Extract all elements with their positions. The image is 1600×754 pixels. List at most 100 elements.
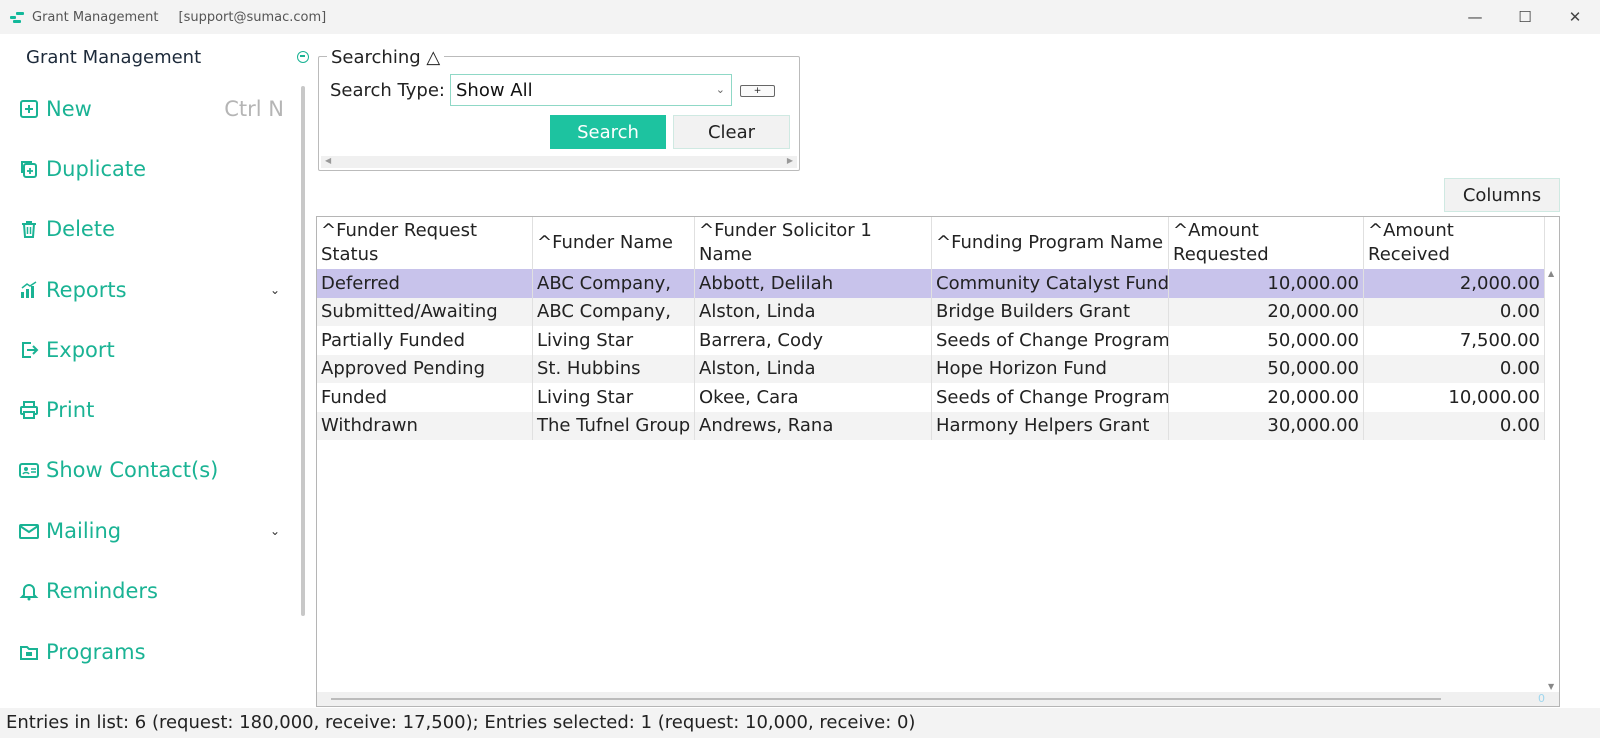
table-row[interactable]: Partially Funded Living Star Barrera, Cody… <box>317 326 1545 355</box>
sidebar-scrollbar[interactable] <box>301 86 305 616</box>
printer-icon <box>18 399 40 421</box>
table-header: ^Funder Request Status ^Funder Name ^Fun… <box>317 217 1545 269</box>
columns-button[interactable]: Columns <box>1444 178 1560 212</box>
sidebar-item-show-contacts[interactable]: Show Contact(s) <box>18 452 290 488</box>
close-button[interactable]: ✕ <box>1550 0 1600 34</box>
chevron-down-icon[interactable]: ⌄ <box>270 283 280 297</box>
table-body: Deferred ABC Company, Abbott, Delilah Commu… <box>317 269 1545 440</box>
table-cell: Deferred <box>317 269 533 298</box>
sidebar-item-export[interactable]: Export <box>18 332 290 368</box>
app-logo-icon <box>10 11 24 23</box>
sidebar-item-reports[interactable]: Reports ⌄ <box>18 272 290 308</box>
bell-icon <box>18 580 40 602</box>
sidebar-item-label: Print <box>46 398 95 422</box>
search-button[interactable]: Search <box>550 115 666 149</box>
table-cell: 0.00 <box>1364 354 1545 383</box>
search-type-label: Search Type: <box>330 80 445 101</box>
sidebar-item-delete[interactable]: Delete <box>18 211 290 247</box>
table-cell: 50,000.00 <box>1169 326 1364 355</box>
collapse-sidebar-icon[interactable] <box>297 51 309 63</box>
table-row[interactable]: Approved Pending St. Hubbins Alston, Linda… <box>317 354 1545 383</box>
table-cell: 10,000.00 <box>1364 383 1545 412</box>
export-icon <box>18 339 40 361</box>
table-cell: Barrera, Cody <box>695 326 932 355</box>
table-cell: 2,000.00 <box>1364 269 1545 298</box>
plus-square-icon <box>18 98 40 120</box>
sidebar-item-duplicate[interactable]: Duplicate <box>18 151 290 187</box>
column-header-solicitor[interactable]: ^Funder Solicitor 1 Name <box>695 217 932 269</box>
table-cell: 0.00 <box>1364 297 1545 326</box>
table-cell: Partially Funded <box>317 326 533 355</box>
search-panel-scrollbar[interactable]: ◀ ▶ <box>321 156 797 168</box>
search-type-value: Show All <box>456 80 533 101</box>
sidebar-item-label: Programs <box>46 640 146 664</box>
sidebar-item-new[interactable]: New Ctrl N <box>18 91 290 127</box>
table-cell: St. Hubbins <box>533 354 695 383</box>
bottom-strip <box>0 738 1600 754</box>
table-cell: Seeds of Change Program <box>932 326 1169 355</box>
search-panel-legend[interactable]: Searching △ <box>327 47 445 68</box>
folder-icon <box>18 641 40 663</box>
sidebar-item-label: Delete <box>46 217 115 241</box>
window-title: Grant Management <box>32 9 159 25</box>
table-vertical-scrollbar[interactable]: ▲ ▼ <box>1545 269 1559 691</box>
chevron-down-icon: ⌄ <box>715 83 725 96</box>
table-cell: Community Catalyst Fund <box>932 269 1169 298</box>
column-header-amount-requested[interactable]: ^Amount Requested <box>1169 217 1364 269</box>
scroll-thumb[interactable] <box>331 698 1441 700</box>
maximize-button[interactable]: ☐ <box>1500 0 1550 34</box>
table-row[interactable]: Submitted/Awaiting ABC Company, Alston, Li… <box>317 297 1545 326</box>
table-cell: 30,000.00 <box>1169 411 1364 440</box>
sidebar-item-programs[interactable]: Programs <box>18 634 290 670</box>
corner-indicator: 0 <box>1538 692 1545 705</box>
duplicate-icon <box>18 158 40 180</box>
scroll-up-icon[interactable]: ▲ <box>1548 269 1554 278</box>
sidebar-heading: Grant Management <box>26 47 202 68</box>
table-row[interactable]: Withdrawn The Tufnel Group Andrews, Rana Ha… <box>317 411 1545 440</box>
search-panel: Searching △ Search Type: Show All ⌄ + Se… <box>318 47 800 171</box>
table-horizontal-scrollbar[interactable]: 0 <box>317 692 1559 706</box>
table-cell: 20,000.00 <box>1169 297 1364 326</box>
sidebar-item-label: Reports <box>46 278 127 302</box>
table-row[interactable]: Funded Living Star Okee, Cara Seeds of Chan… <box>317 383 1545 412</box>
bar-chart-icon <box>18 279 40 301</box>
table-cell: Alston, Linda <box>695 297 932 326</box>
table-cell: Funded <box>317 383 533 412</box>
sidebar-item-label: Mailing <box>46 519 122 543</box>
scroll-right-icon[interactable]: ▶ <box>787 156 793 165</box>
sidebar: Grant Management New Ctrl N Duplicate De… <box>0 34 300 724</box>
table-cell: 20,000.00 <box>1169 383 1364 412</box>
column-header-status[interactable]: ^Funder Request Status <box>317 217 533 269</box>
table-cell: Alston, Linda <box>695 354 932 383</box>
scroll-left-icon[interactable]: ◀ <box>325 156 331 165</box>
table-cell: 10,000.00 <box>1169 269 1364 298</box>
support-email: [support@sumac.com] <box>178 9 327 25</box>
chevron-down-icon[interactable]: ⌄ <box>270 524 280 538</box>
add-search-button[interactable]: + <box>740 85 775 97</box>
column-header-funder-name[interactable]: ^Funder Name <box>533 217 695 269</box>
scroll-down-icon[interactable]: ▼ <box>1548 682 1554 691</box>
contact-card-icon <box>18 459 40 481</box>
table-cell: The Tufnel Group <box>533 411 695 440</box>
table-cell: Seeds of Change Program <box>932 383 1169 412</box>
sidebar-item-print[interactable]: Print <box>18 392 290 428</box>
minimize-button[interactable]: — <box>1450 0 1500 34</box>
column-header-amount-received[interactable]: ^Amount Received <box>1364 217 1545 269</box>
table-row[interactable]: Deferred ABC Company, Abbott, Delilah Commu… <box>317 269 1545 298</box>
table-cell: 7,500.00 <box>1364 326 1545 355</box>
sidebar-item-label: Reminders <box>46 579 158 603</box>
table-cell: Approved Pending <box>317 354 533 383</box>
column-header-program[interactable]: ^Funding Program Name <box>932 217 1169 269</box>
search-type-select[interactable]: Show All ⌄ <box>450 74 732 106</box>
sidebar-item-mailing[interactable]: Mailing ⌄ <box>18 513 290 549</box>
clear-button[interactable]: Clear <box>673 115 790 149</box>
status-bar: Entries in list: 6 (request: 180,000, re… <box>0 708 1600 738</box>
table-cell: Living Star <box>533 326 695 355</box>
table-cell: Andrews, Rana <box>695 411 932 440</box>
grants-table: ^Funder Request Status ^Funder Name ^Fun… <box>316 216 1560 707</box>
shortcut-hint: Ctrl N <box>224 97 284 121</box>
table-cell: Bridge Builders Grant <box>932 297 1169 326</box>
sidebar-item-label: Export <box>46 338 115 362</box>
sidebar-item-reminders[interactable]: Reminders <box>18 573 290 609</box>
table-cell: ABC Company, <box>533 297 695 326</box>
